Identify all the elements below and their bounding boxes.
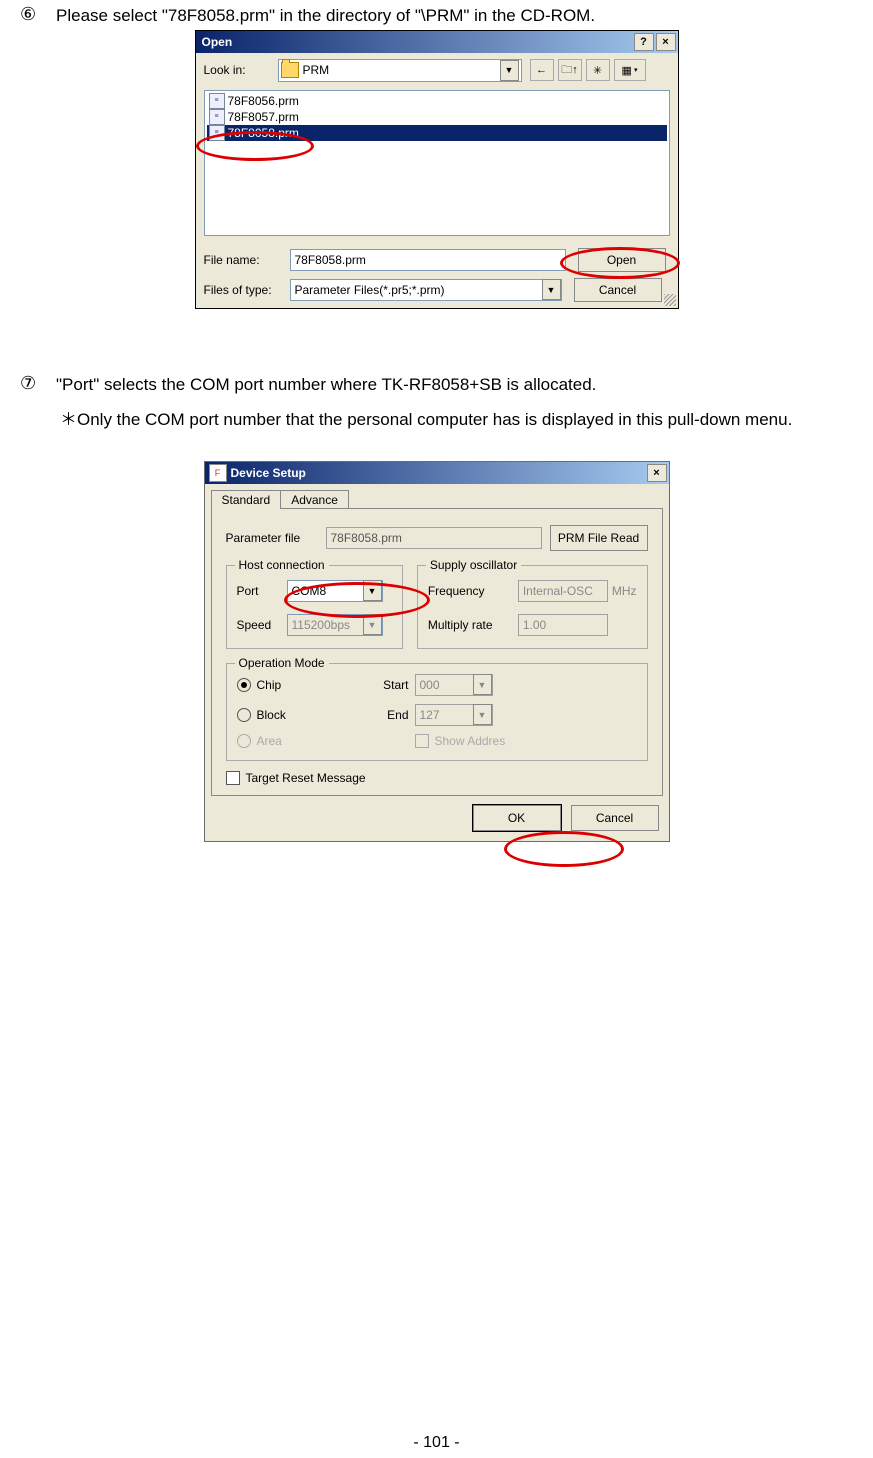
file-name: 78F8057.prm: [228, 110, 299, 124]
radio-area: [237, 734, 251, 748]
frequency-label: Frequency: [428, 584, 518, 598]
close-button[interactable]: ×: [647, 464, 667, 482]
nav-view-button[interactable]: ▦▾: [614, 59, 646, 81]
port-label: Port: [237, 584, 287, 598]
prm-file-read-button[interactable]: PRM File Read: [550, 525, 648, 551]
close-button[interactable]: ×: [656, 33, 676, 51]
step6-text: Please select "78F8058.prm" in the direc…: [56, 4, 595, 28]
checkbox-show-address: [415, 734, 429, 748]
filetype-select[interactable]: Parameter Files(*.pr5;*.prm) ▼: [290, 279, 562, 301]
filename-input[interactable]: 78F8058.prm: [290, 249, 566, 271]
step6-num: ⑥: [20, 4, 56, 25]
file-item-selected[interactable]: ≡ 78F8058.prm: [207, 125, 667, 141]
start-label: Start: [365, 678, 409, 692]
nav-up-button[interactable]: 🗀↑: [558, 59, 582, 81]
frequency-unit: MHz: [612, 584, 637, 598]
step7-note: ＊Only the COM port number that the perso…: [60, 403, 853, 437]
chevron-down-icon: ▼: [473, 704, 492, 725]
speed-label: Speed: [237, 618, 287, 632]
device-title-bar: F Device Setup ×: [205, 462, 669, 484]
cancel-button[interactable]: Cancel: [574, 278, 662, 302]
file-list[interactable]: ≡ 78F8056.prm ≡ 78F8057.prm ≡ 78F8058.pr…: [204, 90, 670, 236]
chevron-down-icon: ▼: [363, 580, 382, 601]
chevron-down-icon: ▼: [542, 279, 561, 300]
chevron-down-icon: ▼: [363, 614, 382, 635]
look-in-select[interactable]: PRM ▼: [278, 59, 522, 82]
look-in-value: PRM: [303, 63, 330, 77]
operation-mode-group: Operation Mode Chip Start 000 ▼: [226, 663, 648, 761]
file-item[interactable]: ≡ 78F8057.prm: [207, 109, 667, 125]
end-select: 127 ▼: [415, 704, 493, 726]
folder-icon: [281, 62, 299, 78]
tab-advance[interactable]: Advance: [280, 490, 349, 509]
area-label: Area: [257, 734, 282, 748]
nav-back-button[interactable]: ←: [530, 59, 554, 81]
group-title: Operation Mode: [235, 656, 329, 670]
page-number: - 101 -: [0, 1434, 873, 1452]
chevron-down-icon: ▼: [473, 674, 492, 695]
open-button[interactable]: Open: [578, 248, 666, 272]
start-select: 000 ▼: [415, 674, 493, 696]
file-name: 78F8058.prm: [228, 126, 299, 140]
file-item[interactable]: ≡ 78F8056.prm: [207, 93, 667, 109]
host-connection-group: Host connection Port COM8 ▼ Speed 115200: [226, 565, 403, 649]
show-address-label: Show Addres: [435, 734, 506, 748]
supply-oscillator-group: Supply oscillator Frequency Internal-OSC…: [417, 565, 648, 649]
prm-file-icon: ≡: [209, 109, 225, 125]
block-label: Block: [257, 708, 286, 722]
open-title-bar: Open ? ×: [196, 31, 678, 53]
device-title: Device Setup: [231, 466, 306, 480]
target-reset-label: Target Reset Message: [246, 771, 366, 785]
open-title: Open: [202, 35, 233, 49]
group-title: Supply oscillator: [426, 558, 521, 572]
step7-num: ⑦: [20, 373, 56, 394]
checkbox-target-reset[interactable]: [226, 771, 240, 785]
prm-file-icon: ≡: [209, 93, 225, 109]
chip-label: Chip: [257, 678, 282, 692]
look-in-label: Look in:: [204, 63, 278, 77]
device-setup-dialog: F Device Setup × Standard Advance Parame…: [204, 461, 670, 842]
resize-grip-icon[interactable]: [664, 294, 676, 306]
filename-label: File name:: [204, 253, 290, 267]
multiply-label: Multiply rate: [428, 618, 518, 632]
port-select[interactable]: COM8 ▼: [287, 580, 383, 602]
ok-button[interactable]: OK: [473, 805, 561, 831]
frequency-field: Internal-OSC: [518, 580, 608, 602]
step7-text: "Port" selects the COM port number where…: [56, 373, 596, 397]
speed-select: 115200bps ▼: [287, 614, 383, 636]
tab-standard[interactable]: Standard: [211, 490, 282, 509]
parameter-file-field: 78F8058.prm: [326, 527, 542, 549]
open-dialog: Open ? × Look in: PRM ▼ ← 🗀↑ ✳: [195, 30, 679, 309]
file-name: 78F8056.prm: [228, 94, 299, 108]
filetype-label: Files of type:: [204, 283, 290, 297]
radio-chip[interactable]: [237, 678, 251, 692]
cancel-button[interactable]: Cancel: [571, 805, 659, 831]
app-icon: F: [209, 464, 227, 482]
prm-file-icon: ≡: [209, 125, 225, 141]
parameter-file-label: Parameter file: [226, 531, 318, 545]
chevron-down-icon: ▼: [500, 60, 519, 81]
end-label: End: [365, 708, 409, 722]
help-button[interactable]: ?: [634, 33, 654, 51]
multiply-field: 1.00: [518, 614, 608, 636]
radio-block[interactable]: [237, 708, 251, 722]
nav-new-folder-button[interactable]: ✳: [586, 59, 610, 81]
group-title: Host connection: [235, 558, 329, 572]
